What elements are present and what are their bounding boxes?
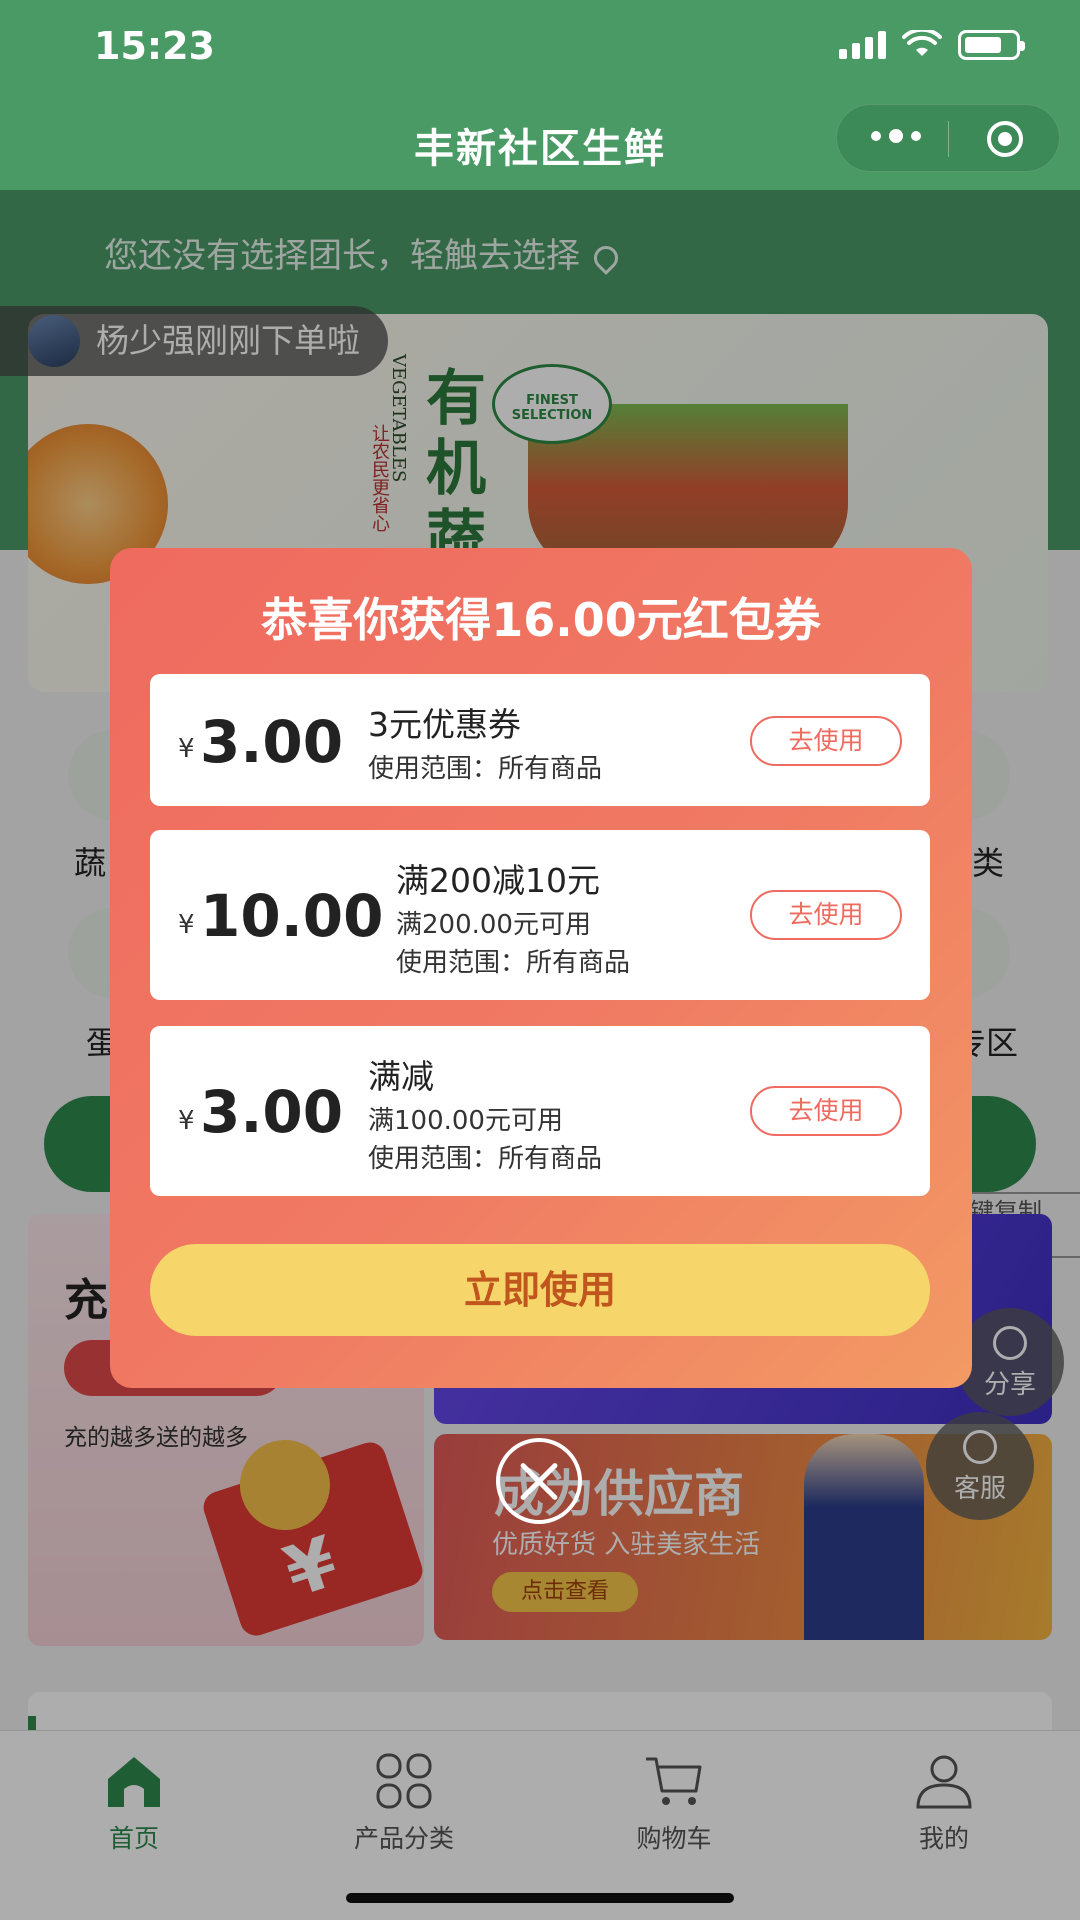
miniprogram-capsule (836, 104, 1060, 172)
coupon-name: 满200减10元 (396, 861, 600, 900)
coupon-currency: ¥ (178, 734, 195, 764)
coupon-use-button[interactable]: 去使用 (750, 716, 902, 766)
coupon-name: 3元优惠券 (368, 705, 521, 744)
coupon-card: ¥ 10.00 满200减10元 满200.00元可用 使用范围：所有商品 去使… (150, 830, 930, 1000)
coupon-card: ¥ 3.00 3元优惠券 使用范围：所有商品 去使用 (150, 674, 930, 806)
coupon-condition: 满100.00元可用 (368, 1106, 563, 1136)
coupon-amount: 3.00 (200, 1078, 344, 1146)
status-icons (839, 30, 1025, 60)
coupon-currency: ¥ (178, 1106, 195, 1136)
wifi-icon (902, 30, 942, 56)
close-modal-icon[interactable] (496, 1438, 582, 1524)
coupon-amount: 10.00 (200, 882, 384, 950)
use-now-button[interactable]: 立即使用 (150, 1244, 930, 1336)
capsule-divider (948, 121, 949, 157)
status-bar: 15:23 (0, 0, 1080, 100)
coupon-card: ¥ 3.00 满减 满100.00元可用 使用范围：所有商品 去使用 (150, 1026, 930, 1196)
close-miniprogram-icon[interactable] (987, 121, 1023, 157)
coupon-currency: ¥ (178, 910, 195, 940)
coupon-use-button[interactable]: 去使用 (750, 1086, 902, 1136)
coupon-use-button[interactable]: 去使用 (750, 890, 902, 940)
modal-title: 恭喜你获得16.00元红包券 (261, 593, 821, 647)
more-icon[interactable] (871, 129, 921, 143)
coupon-condition: 满200.00元可用 (396, 910, 591, 940)
coupon-scope: 使用范围：所有商品 (396, 948, 631, 978)
coupon-name: 满减 (368, 1057, 434, 1096)
coupon-modal: 恭喜你获得16.00元红包券 ¥ 3.00 3元优惠券 使用范围：所有商品 去使… (110, 548, 972, 1388)
status-time: 15:23 (94, 24, 215, 68)
signal-icon (839, 31, 886, 59)
battery-icon (958, 30, 1025, 60)
coupon-scope: 使用范围：所有商品 (368, 754, 603, 784)
coupon-amount: 3.00 (200, 708, 344, 776)
coupon-scope: 使用范围：所有商品 (368, 1144, 603, 1174)
title-bar: 丰新社区生鲜 (0, 100, 1080, 190)
